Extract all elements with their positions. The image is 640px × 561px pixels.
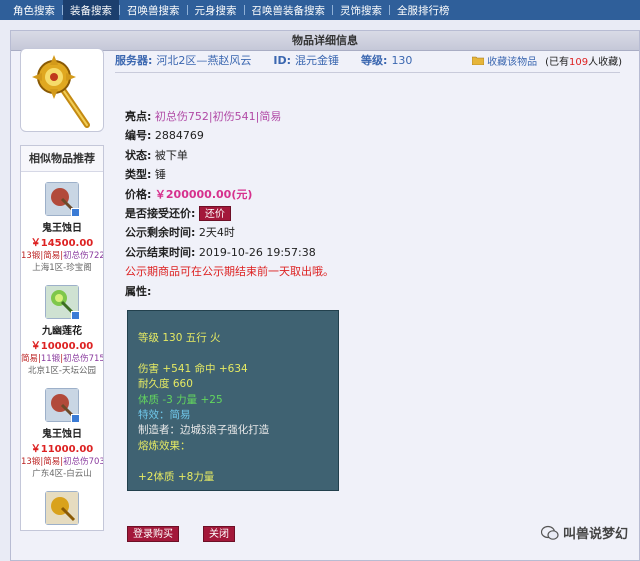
similar-items: 相似物品推荐 鬼王蚀日 ￥14500.00 13锻|简易|初总伤722 上海1区…	[20, 145, 104, 531]
tab-summon-equipment-search[interactable]: 召唤兽装备搜索	[245, 0, 333, 20]
item-image	[20, 48, 104, 132]
id-label: ID:	[273, 53, 292, 67]
folder-icon	[472, 56, 485, 65]
server-value: 河北2区—燕赵风云	[156, 54, 252, 67]
tab-summon-search[interactable]: 召唤兽搜索	[120, 0, 187, 20]
similar-item-tags: 简易|11锻|初总伤715	[21, 354, 104, 364]
tab-ornament-search[interactable]: 灵饰搜索	[333, 0, 389, 20]
hammer-icon	[32, 55, 90, 128]
price-row: 价格: ￥200000.00(元)	[125, 187, 253, 201]
notice-text: 公示期商品可在公示期结束前一天取出哦。	[125, 265, 334, 279]
top-nav: 角色搜索 装备搜索 召唤兽搜索 元身搜索 召唤兽装备搜索 灵饰搜索 全服排行榜	[0, 0, 640, 20]
panel-title: 物品详细信息	[11, 31, 639, 51]
favorite-link[interactable]: 收藏该物品	[487, 53, 537, 68]
login-buy-button[interactable]: 登录购买	[127, 526, 179, 542]
attr-smelt-title: 熔炼效果：	[138, 439, 191, 452]
item-meta-row: 服务器: 河北2区—燕赵风云 ID: 混元金锤 等级: 130 收藏该物品 (已…	[115, 50, 630, 70]
similar-item-price: ￥14500.00	[30, 238, 94, 249]
similar-item-name: 鬼王蚀日	[42, 223, 82, 234]
similar-item-location: 北京1区-天坛公园	[28, 366, 96, 376]
favorite-area: 收藏该物品 (已有109人收藏)	[472, 50, 622, 70]
attr-damage-hit: 伤害 +541 命中 +634	[138, 362, 248, 375]
server-label: 服务器:	[115, 54, 153, 67]
id-value: 混元金锤	[295, 54, 340, 67]
type-row: 类型: 锤	[125, 168, 166, 182]
item-details: 亮点: 初总伤752|初伤541|简易 编号: 2884769 状态: 被下单 …	[125, 107, 605, 301]
similar-item-location: 上海1区-珍宝阁	[32, 263, 92, 273]
tab-role-search[interactable]: 角色搜索	[6, 0, 62, 20]
similar-item-name: 鬼王蚀日	[42, 429, 82, 440]
hammer-icon	[45, 182, 80, 217]
price-value: ￥200000.00(元)	[154, 187, 253, 201]
similar-item-tags: 13锻|简易|初总伤703	[21, 457, 104, 467]
chat-bubble-icon	[540, 525, 559, 540]
similar-item[interactable]: 九幽莲花 ￥10000.00 简易|11锻|初总伤715 北京1区-天坛公园	[21, 275, 103, 378]
action-buttons: 登录购买 关闭	[127, 526, 235, 542]
bargain-row: 是否接受还价: 还价	[125, 204, 605, 223]
attributes-row: 属性:	[125, 284, 152, 298]
tab-yuanshen-search[interactable]: 元身搜索	[188, 0, 244, 20]
equipment-badge-icon	[71, 208, 80, 217]
favorite-count: (已有109人收藏)	[545, 56, 622, 68]
equipment-badge-icon	[71, 414, 80, 423]
attributes-box: 等级 130 五行 火 伤害 +541 命中 +634 耐久度 660 体质 -…	[127, 310, 339, 491]
equipment-badge-icon	[71, 311, 80, 320]
attr-durability: 耐久度 660	[138, 378, 193, 391]
attr-maker: 制造者：边城§浪子强化打造	[138, 424, 270, 437]
highlight-1: 初总伤752	[154, 110, 209, 123]
similar-item-price: ￥11000.00	[30, 444, 94, 455]
close-button[interactable]: 关闭	[203, 526, 235, 542]
remaining-time-row: 公示剩余时间: 2天4时	[125, 226, 235, 240]
similar-item-tags: 13锻|简易|初总伤722	[21, 251, 104, 261]
status-row: 状态: 被下单	[125, 148, 188, 162]
similar-item-price: ￥10000.00	[30, 341, 94, 352]
header-divider	[115, 72, 620, 73]
attr-stats: 体质 -3 力量 +25	[138, 393, 223, 406]
attr-effect: 特效：简易	[138, 408, 191, 421]
similar-item[interactable]: 鬼王蚀日 ￥14500.00 13锻|简易|初总伤722 上海1区-珍宝阁	[21, 172, 103, 275]
bargain-button[interactable]: 还价	[198, 206, 231, 222]
attr-smelt-value: +2体质 +8力量	[138, 470, 215, 483]
tab-equipment-search[interactable]: 装备搜索	[63, 0, 119, 20]
similar-item-name: 九幽莲花	[42, 326, 82, 337]
similar-title: 相似物品推荐	[21, 146, 103, 172]
hammer-icon	[45, 491, 79, 525]
similar-item[interactable]	[21, 481, 103, 530]
tab-ranking[interactable]: 全服排行榜	[390, 0, 457, 20]
end-time-row: 公示结束时间: 2019-10-26 19:57:38	[125, 245, 316, 259]
attr-level-element: 等级 130 五行 火	[138, 332, 221, 344]
code-row: 编号: 2884769	[125, 129, 204, 143]
watermark: 叫兽说梦幻	[540, 523, 628, 542]
highlights-row: 亮点: 初总伤752|初伤541|简易	[125, 110, 282, 123]
similar-item[interactable]: 鬼王蚀日 ￥11000.00 13锻|简易|初总伤703 广东4区-白云山	[21, 378, 103, 481]
highlight-3: 简易	[259, 110, 282, 123]
similar-item-location: 广东4区-白云山	[32, 469, 92, 479]
highlight-2: 初伤541	[212, 110, 256, 123]
hammer-icon	[45, 388, 80, 423]
level-value: 130	[391, 53, 413, 67]
level-label: 等级:	[361, 54, 388, 67]
lotus-weapon-icon	[45, 285, 80, 320]
